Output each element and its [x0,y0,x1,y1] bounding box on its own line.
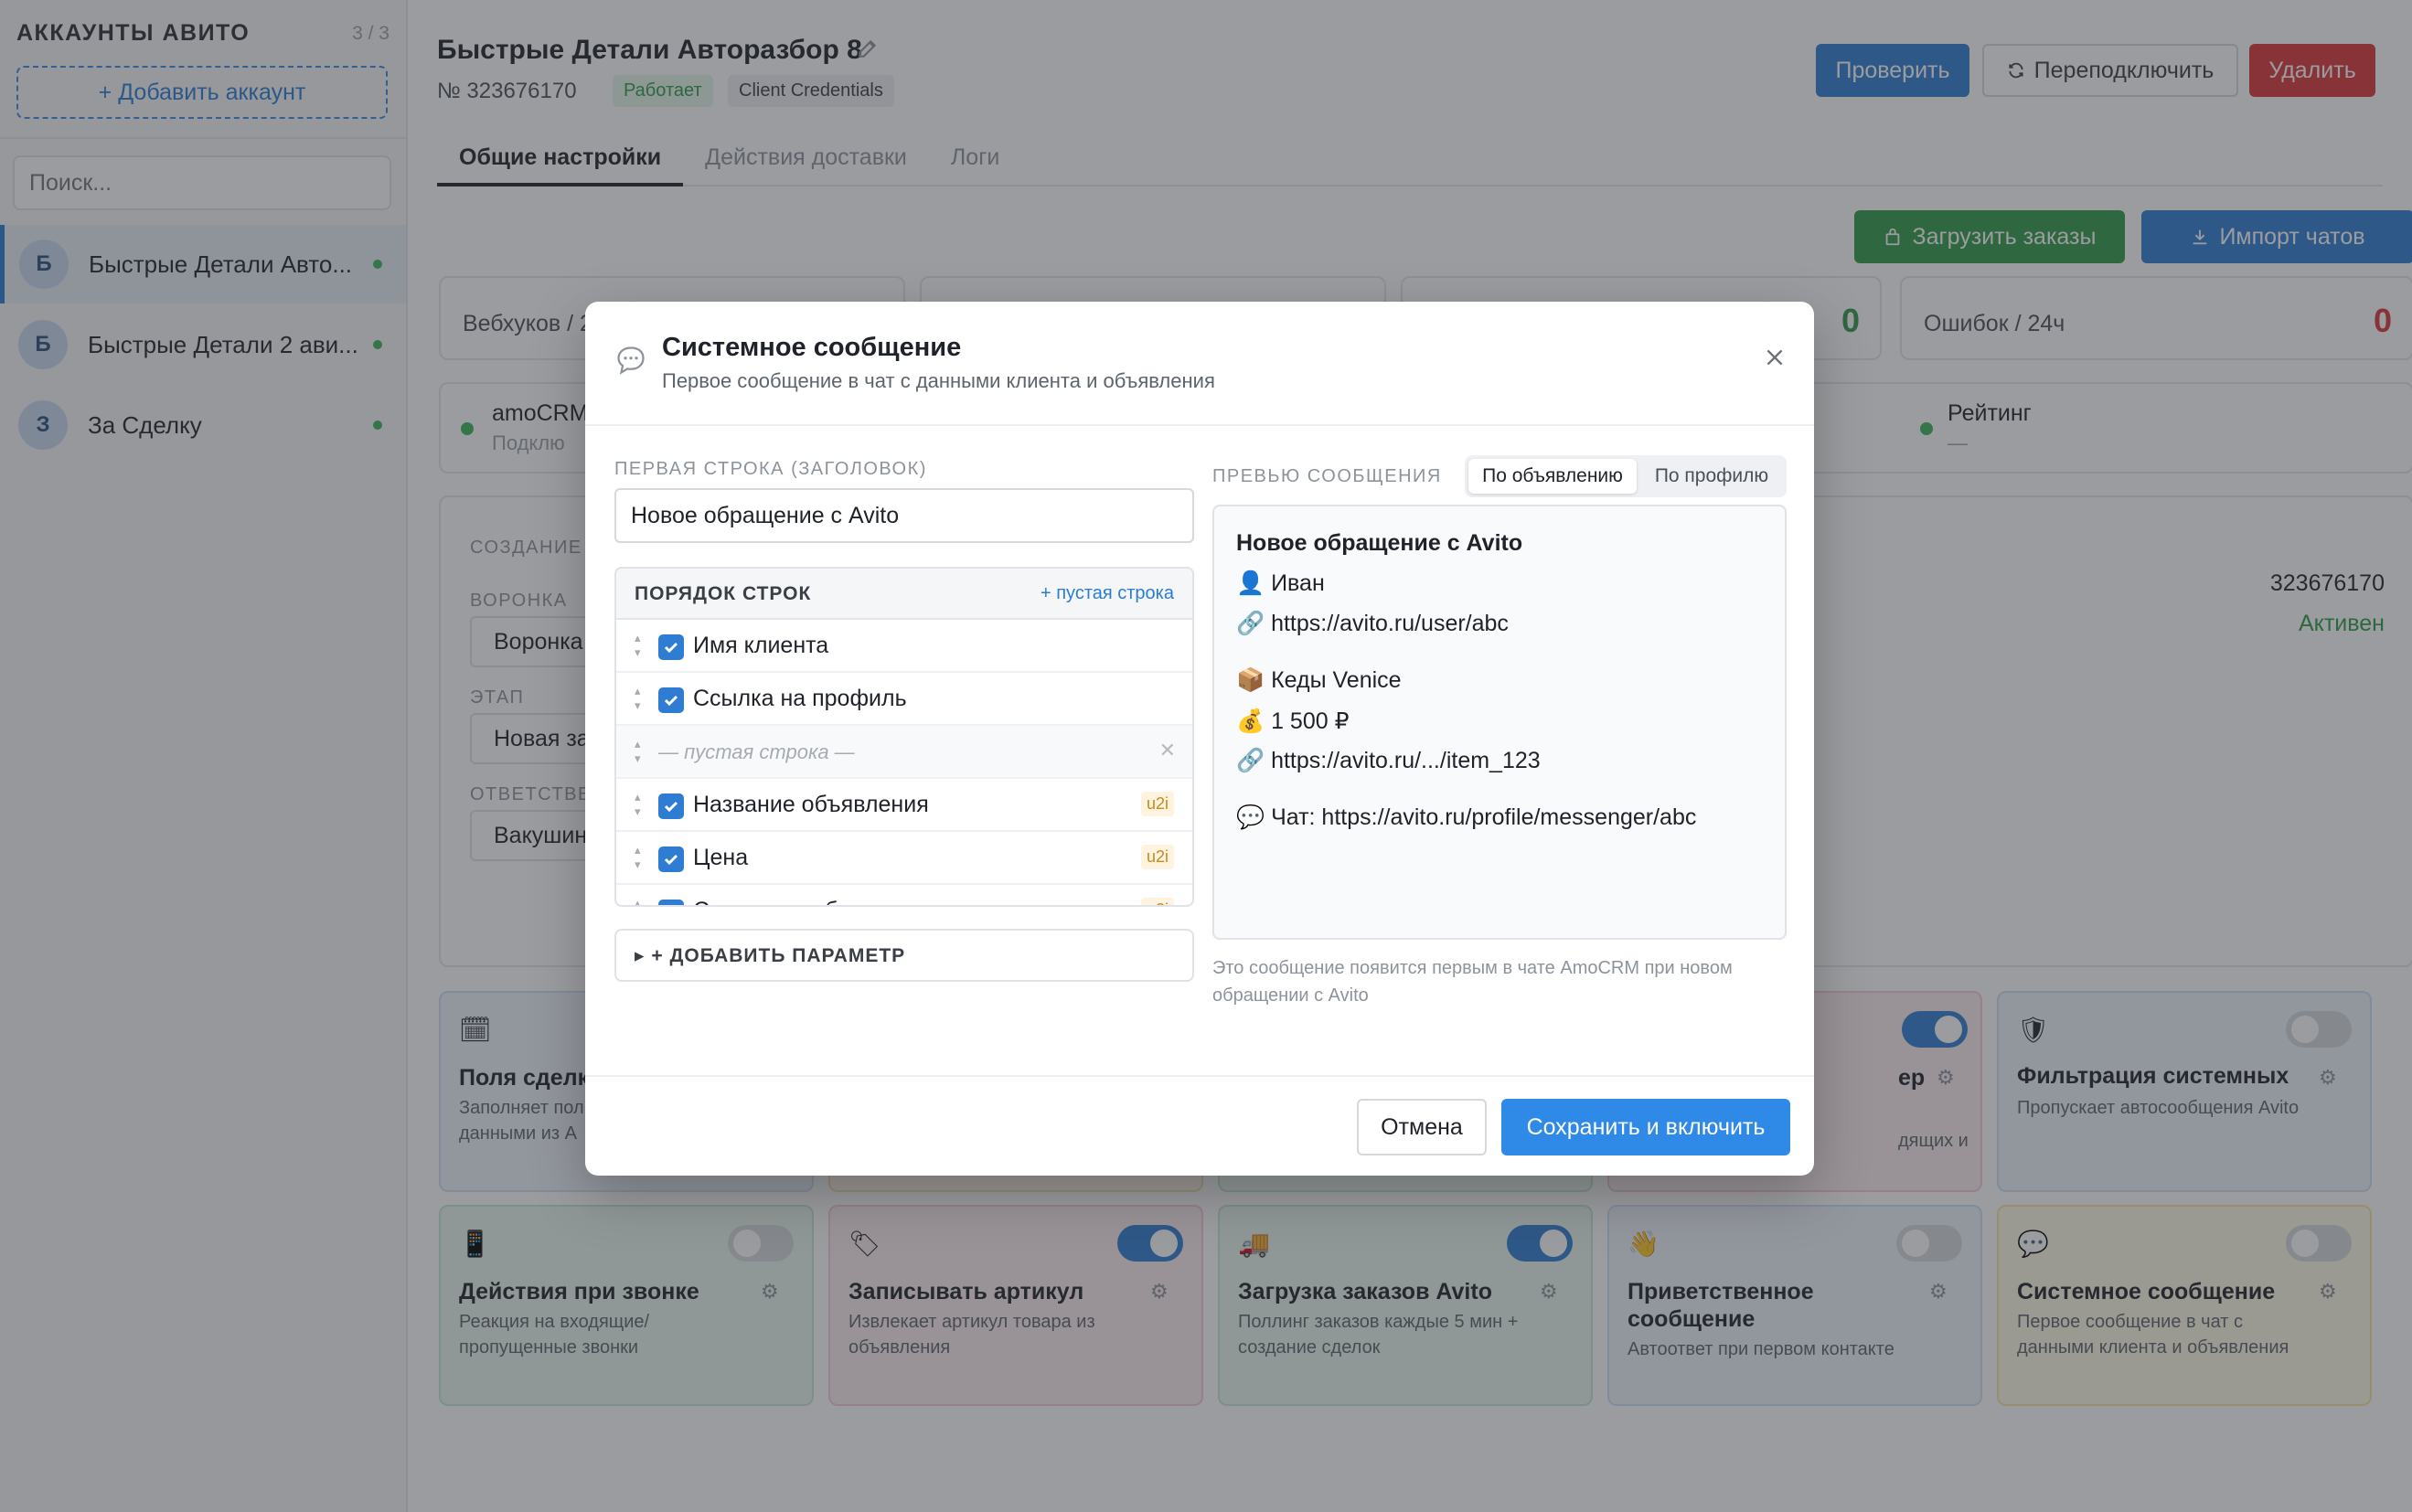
preview-profile-link: 🔗 https://avito.ru/user/abc [1236,611,1509,636]
save-and-enable-button[interactable]: Сохранить и включить [1501,1099,1790,1155]
checkbox[interactable] [658,847,684,872]
tab-by-listing[interactable]: По объявлению [1468,459,1637,494]
list-item-label: Ссылка на объявление [693,898,940,905]
preview-client: 👤 Иван [1236,570,1325,596]
modal-divider [585,1075,1814,1077]
line-order-list: ПОРЯДОК СТРОК + пустая строка ▴ ▾ Имя кли… [614,567,1194,907]
line-order-title: ПОРЯДОК СТРОК [635,583,812,604]
check-icon [662,903,680,907]
preview-price: 💰 1 500 ₽ [1236,708,1350,734]
u2i-badge: u2i [1140,792,1174,816]
add-parameter-button[interactable]: ▸ + ДОБАВИТЬ ПАРАМЕТР [614,929,1194,982]
preview-label: ПРЕВЬЮ СООБЩЕНИЯ [1212,466,1442,486]
check-icon [664,642,678,654]
check-icon [664,854,678,866]
list-item-label: Ссылка на профиль [693,686,907,711]
preview-mode-switch: По объявлению По профилю [1465,455,1787,497]
u2i-badge: u2i [1140,898,1174,905]
checkbox[interactable] [658,900,684,907]
modal-divider [585,424,1814,426]
add-empty-line-button[interactable]: + пустая строка [1041,583,1174,604]
system-message-modal: Системное сообщение Первое сообщение в ч… [585,302,1814,1176]
tab-by-profile[interactable]: По профилю [1640,459,1783,494]
drag-handle-icon[interactable]: ▴▾ [635,790,641,819]
list-item-label: Имя клиента [693,633,829,658]
list-item[interactable]: ▴ ▾ Ссылка на профиль [616,673,1192,726]
list-item[interactable]: ▴ ▾ Название объявления u2i [616,779,1192,832]
list-item-label: Название объявления [693,792,929,817]
checkbox[interactable] [658,687,684,713]
list-item[interactable]: ▴▾ Ссылка на объявление u2i [616,885,1192,907]
checkbox[interactable] [658,793,684,819]
checkbox[interactable] [658,634,684,660]
drag-handle-icon[interactable]: ▴▾ [635,843,641,872]
close-icon[interactable] [1763,346,1787,369]
preview-item-link: 🔗 https://avito.ru/.../item_123 [1236,748,1541,773]
remove-icon[interactable]: ✕ [1159,739,1176,762]
empty-line-label: — пустая строка — [658,740,855,763]
drag-handle-icon[interactable]: ▴▾ [635,737,641,766]
list-item[interactable]: ▴ ▾ Имя клиента [616,620,1192,673]
cancel-button[interactable]: Отмена [1357,1099,1487,1155]
u2i-badge: u2i [1140,845,1174,869]
modal-subtitle: Первое сообщение в чат с данными клиента… [662,369,1215,392]
modal-title: Системное сообщение [662,333,962,362]
chat-bubble-icon [617,346,645,375]
drag-handle-icon[interactable]: ▴▾ [635,684,641,713]
line-order-header: ПОРЯДОК СТРОК + пустая строка [616,569,1192,620]
preview-item: 📦 Кеды Venice [1236,667,1402,693]
first-line-input[interactable]: Новое обращение с Avito [614,488,1194,543]
drag-handle-icon[interactable]: ▴▾ [635,896,641,905]
first-line-label: ПЕРВАЯ СТРОКА (ЗАГОЛОВОК) [614,459,927,479]
message-preview: Новое обращение с Avito 👤 Иван 🔗 https:/… [1212,505,1787,940]
preview-heading: Новое обращение с Avito [1236,530,1523,556]
preview-note: Это сообщение появится первым в чате Amo… [1212,958,1733,1006]
check-icon [664,695,678,707]
list-item-label: Цена [693,845,749,870]
check-icon [664,801,678,813]
preview-chat-link: 💬 Чат: https://avito.ru/profile/messenge… [1236,804,1697,830]
empty-line-item[interactable]: ▴ ▾ — пустая строка — ✕ [616,726,1192,779]
list-item[interactable]: ▴ ▾ Цена u2i [616,832,1192,885]
drag-handle-icon[interactable]: ▴▾ [635,631,641,660]
